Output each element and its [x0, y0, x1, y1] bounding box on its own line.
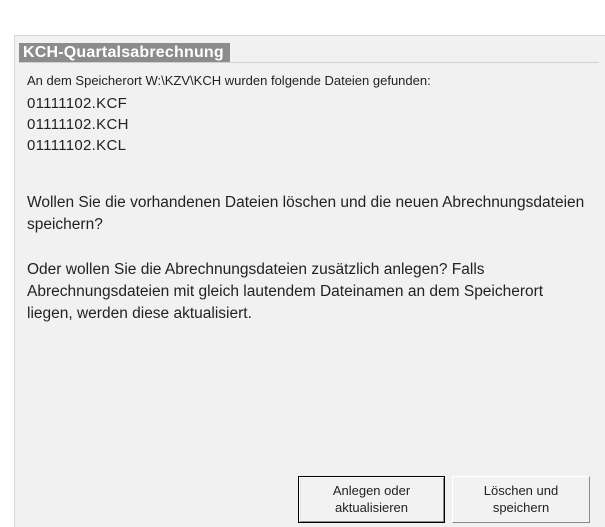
create-or-update-button[interactable]: Anlegen oder aktualisieren — [298, 476, 445, 523]
delete-and-save-label-line2: speichern — [492, 500, 550, 515]
dialog: KCH-Quartalsabrechnung An dem Speicheror… — [14, 35, 605, 527]
delete-and-save-label-line1: Löschen und — [483, 483, 559, 498]
title-divider — [19, 62, 599, 63]
delete-question: Wollen Sie die vorhandenen Dateien lösch… — [27, 194, 585, 233]
window-top-strip — [0, 0, 605, 34]
dialog-title: KCH-Quartalsabrechnung — [19, 43, 230, 63]
found-files-intro: An dem Speicherort W:\KZV\KCH wurden fol… — [27, 73, 431, 88]
create-question: Oder wollen Sie die Abrechnungsdateien z… — [27, 261, 544, 322]
file-list: 01111102.KCF 01111102.KCH 01111102.KCL — [27, 93, 129, 156]
list-item: 01111102.KCH — [27, 116, 129, 133]
list-item: 01111102.KCL — [27, 137, 127, 154]
create-or-update-label-line2: aktualisieren — [335, 500, 408, 515]
create-or-update-label-line1: Anlegen oder — [332, 483, 411, 498]
dialog-title-bar: KCH-Quartalsabrechnung — [19, 43, 230, 63]
list-item: 01111102.KCF — [27, 95, 128, 112]
delete-and-save-button[interactable]: Löschen und speichern — [452, 476, 590, 523]
button-row: Anlegen oder aktualisieren Löschen und s… — [298, 476, 598, 523]
